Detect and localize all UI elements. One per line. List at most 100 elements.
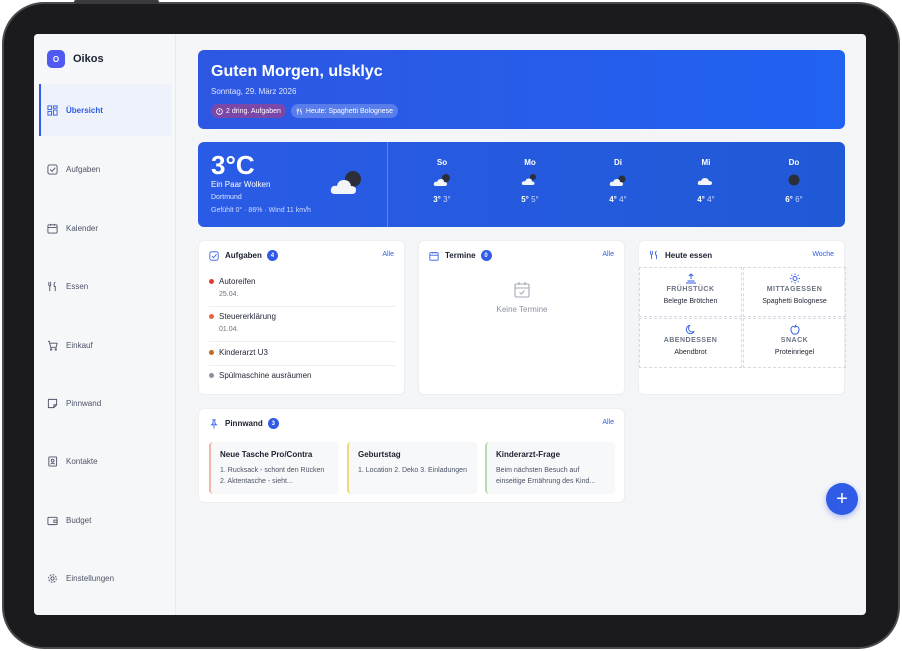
sidebar-item-label: Essen xyxy=(66,281,89,291)
meal-label: ABENDESSEN xyxy=(663,337,718,344)
forecast-day: Mo 5° 5° xyxy=(486,158,574,218)
meal-dinner[interactable]: ABENDESSEN Abendbrot xyxy=(639,318,742,368)
sidebar-item-pinnwand[interactable]: Pinnwand xyxy=(39,377,171,429)
forecast-day-name: Mo xyxy=(524,158,536,167)
contacts-icon xyxy=(48,455,58,467)
forecast-row: So 3° 3° Mo 5° 5° Di 4° 4° Mi 4° 4° Do 6… xyxy=(398,158,838,218)
appointments-count-badge: 0 xyxy=(480,250,492,261)
appointments-all-link[interactable]: Alle xyxy=(602,251,614,258)
forecast-high: 6° xyxy=(785,195,793,204)
forecast-low: 6° xyxy=(795,195,803,204)
task-item[interactable]: Spülmaschine ausräumen xyxy=(209,371,395,387)
cutlery-icon xyxy=(296,107,302,114)
meal-label: SNACK xyxy=(780,337,809,344)
forecast-high: 4° xyxy=(609,195,617,204)
sidebar-item-label: Einkauf xyxy=(66,340,93,350)
forecast-low: 5° xyxy=(531,195,539,204)
urgent-tasks-label: 2 dring. Aufgaben xyxy=(226,107,281,115)
task-label: Autoreifen xyxy=(219,277,256,286)
wallet-icon xyxy=(47,516,58,525)
forecast-day: Do 6° 6° xyxy=(750,158,838,218)
sidebar-item-aufgaben[interactable]: Aufgaben xyxy=(39,143,171,195)
pinboard-note[interactable]: Geburtstag 1. Location 2. Deko 3. Einlad… xyxy=(347,442,477,494)
sidebar-item-kalender[interactable]: Kalender xyxy=(39,202,171,254)
sticky-note-icon xyxy=(47,398,58,408)
cutlery-icon xyxy=(48,281,56,291)
appointments-title: Termine xyxy=(445,251,476,260)
appointments-card: Termine 0 Alle Keine Termine xyxy=(418,240,625,395)
app-logo: O xyxy=(47,50,65,68)
sidebar-item-label: Aufgaben xyxy=(66,164,101,174)
note-title: Neue Tasche Pro/Contra xyxy=(220,450,313,459)
forecast-day: So 3° 3° xyxy=(398,158,486,218)
task-date: 01.04. xyxy=(219,326,239,333)
brand[interactable]: O Oikos xyxy=(47,50,104,68)
task-item[interactable]: Steuererklärung 01.04. xyxy=(209,312,395,342)
app-name: Oikos xyxy=(73,53,104,65)
add-button[interactable]: + xyxy=(826,483,858,515)
task-item[interactable]: Autoreifen 25.04. xyxy=(209,277,395,307)
meals-card: Heute essen Woche FRÜHSTÜCK Belegte Bröt… xyxy=(638,240,846,395)
task-date: 25.04. xyxy=(219,291,239,298)
sidebar: O Oikos Übersicht Aufgaben Kalender Esse… xyxy=(34,34,176,615)
current-weather: 3°C Ein Paar Wolken Dortmund Gefühlt 0° … xyxy=(198,142,388,227)
forecast-low: 3° xyxy=(443,195,451,204)
checkbox-icon xyxy=(209,250,219,261)
today-food-label: Heute: Spaghetti Bolognese xyxy=(305,107,394,115)
sidebar-item-budget[interactable]: Budget xyxy=(39,494,171,546)
forecast-high: 3° xyxy=(433,195,441,204)
meal-breakfast[interactable]: FRÜHSTÜCK Belegte Brötchen xyxy=(639,267,742,317)
cloud-night-icon xyxy=(609,175,626,186)
meal-dish: Proteinriegel xyxy=(774,349,815,356)
sidebar-item-uebersicht[interactable]: Übersicht xyxy=(39,84,171,136)
forecast-day-name: Do xyxy=(788,158,800,167)
sidebar-item-label: Kalender xyxy=(66,223,99,233)
gear-icon xyxy=(48,573,57,583)
greeting-chips: 2 dring. Aufgaben Heute: Spaghetti Bolog… xyxy=(211,104,399,118)
sidebar-item-essen[interactable]: Essen xyxy=(39,260,171,312)
cloud-night-icon xyxy=(433,174,450,186)
meal-snack[interactable]: SNACK Proteinriegel xyxy=(743,318,846,368)
meal-lunch[interactable]: MITTAGESSEN Spaghetti Bolognese xyxy=(743,267,846,317)
cloud-night-icon xyxy=(521,174,536,185)
weather-description: Ein Paar Wolken xyxy=(211,180,271,189)
sidebar-item-label: Pinnwand xyxy=(66,398,102,408)
forecast-day-name: Di xyxy=(614,158,622,167)
sidebar-item-kontakte[interactable]: Kontakte xyxy=(39,435,171,487)
greeting-date: Sonntag, 29. März 2026 xyxy=(211,87,297,96)
pinboard-all-link[interactable]: Alle xyxy=(602,419,614,426)
calendar-check-icon xyxy=(514,282,530,298)
forecast-day: Mi 4° 4° xyxy=(662,158,750,218)
priority-dot xyxy=(209,350,214,355)
pinboard-note[interactable]: Neue Tasche Pro/Contra 1. Rucksack - sch… xyxy=(209,442,339,494)
urgent-tasks-chip[interactable]: 2 dring. Aufgaben xyxy=(211,104,286,118)
greeting-title: Guten Morgen, ulsklyc xyxy=(211,63,383,80)
forecast-day-name: So xyxy=(436,158,448,167)
meals-week-link[interactable]: Woche xyxy=(812,251,834,258)
sidebar-item-einkauf[interactable]: Einkauf xyxy=(39,319,171,371)
note-text: 1. Rucksack - schont den Rücken 2. Akten… xyxy=(220,467,325,485)
sun-icon xyxy=(789,273,800,284)
meal-dish: Abendbrot xyxy=(674,349,707,356)
app-screen: O Oikos Übersicht Aufgaben Kalender Esse… xyxy=(34,34,866,615)
today-food-chip[interactable]: Heute: Spaghetti Bolognese xyxy=(290,104,399,118)
note-text: Beim nächsten Besuch auf einseitige Ernä… xyxy=(496,467,596,485)
weather-widget[interactable]: 3°C Ein Paar Wolken Dortmund Gefühlt 0° … xyxy=(198,142,845,227)
sidebar-item-label: Kontakte xyxy=(66,456,98,466)
pinboard-note[interactable]: Kinderarzt-Frage Beim nächsten Besuch au… xyxy=(485,442,615,494)
forecast-high: 4° xyxy=(697,195,705,204)
note-title: Kinderarzt-Frage xyxy=(496,450,561,459)
meal-label: MITTAGESSEN xyxy=(766,286,823,293)
dashboard-icon xyxy=(47,104,58,116)
moon-icon xyxy=(685,324,695,335)
checkbox-icon xyxy=(47,163,58,175)
sidebar-item-einstellungen[interactable]: Einstellungen xyxy=(39,552,171,604)
alert-icon xyxy=(216,107,223,115)
tasks-title: Aufgaben xyxy=(225,251,262,260)
tasks-all-link[interactable]: Alle xyxy=(382,251,394,258)
appointments-empty-text: Keine Termine xyxy=(496,305,548,314)
weather-location: Dortmund xyxy=(211,194,242,201)
tasks-count-badge: 4 xyxy=(266,250,278,261)
forecast-low: 4° xyxy=(707,195,715,204)
task-item[interactable]: Kinderarzt U3 xyxy=(209,348,395,366)
